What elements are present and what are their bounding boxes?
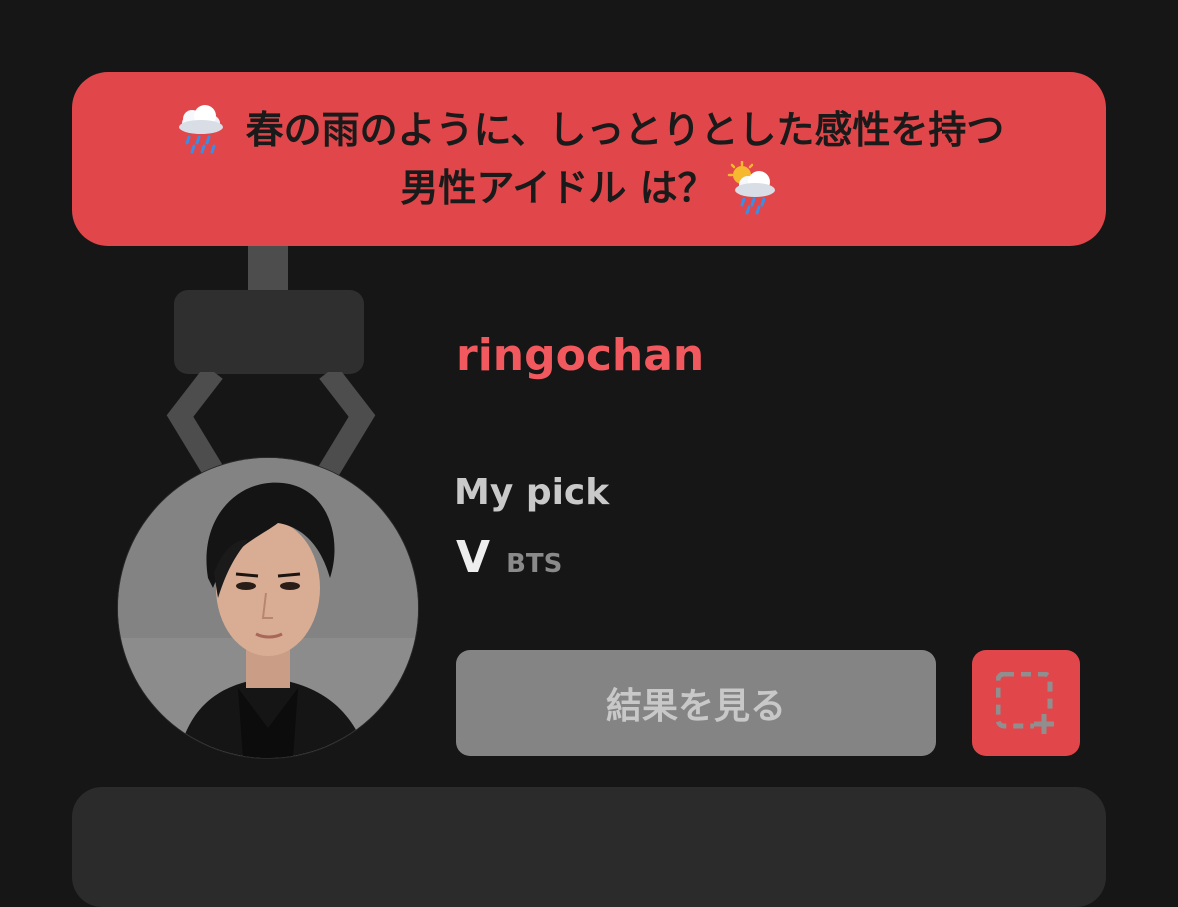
avatar (118, 458, 418, 758)
question-line-1: 春の雨のように、しっとりとした感性を持つ (174, 101, 1005, 159)
question-banner: 春の雨のように、しっとりとした感性を持つ 男性アイドル は？ (72, 72, 1106, 246)
my-pick-label: My pick (454, 472, 610, 513)
view-results-button[interactable]: 結果を見る (456, 650, 936, 756)
screenshot-icon (996, 672, 1054, 734)
bottom-panel (72, 787, 1106, 907)
avatar-photo (118, 458, 418, 758)
sun-behind-rain-cloud-icon (724, 161, 778, 215)
claw-hub (174, 290, 364, 374)
pick-group: BTS (506, 549, 563, 579)
pick-name: V (456, 532, 491, 583)
username: ringochan (456, 330, 705, 381)
claw-rod (248, 246, 288, 292)
screenshot-button[interactable] (972, 650, 1080, 756)
rain-cloud-icon (174, 103, 228, 157)
pick-row: V BTS (456, 532, 562, 583)
question-text-1: 春の雨のように、しっとりとした感性を持つ (245, 108, 1005, 152)
question-line-2: 男性アイドル は？ (400, 159, 777, 217)
question-text-2: 男性アイドル は？ (400, 166, 716, 210)
